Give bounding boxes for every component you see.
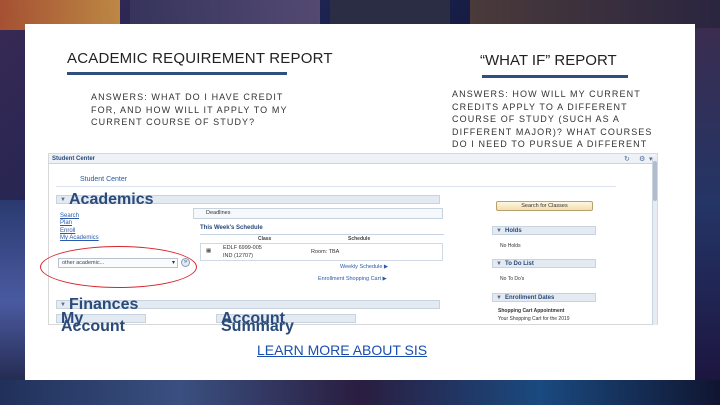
no-todos-text: No To Do's [500,276,525,282]
what-if-report-answer: ANSWERS: HOW WILL MY CURRENT CREDITS APP… [452,89,653,162]
deadlines-label: Deadlines [206,210,231,216]
academics-header: Academics [69,191,154,208]
academics-section[interactable]: ▼ Academics [56,192,440,208]
bg-tile [0,380,720,405]
gear-icon[interactable]: ⚙ [639,155,645,163]
holds-section[interactable]: ▼ Holds [492,226,596,235]
enrollment-dates-section[interactable]: ▼ Enrollment Dates [492,293,596,302]
heading-underline [482,75,628,78]
table-row: ▦ EDLF 6999-005 IND (12707) Room: TBA [200,243,443,261]
sis-bar-title: Student Center [52,156,96,162]
enrollment-dates-header: Enrollment Dates [505,295,555,301]
academic-report-answer: ANSWERS: WHAT DO I HAVE CREDIT FOR, AND … [91,92,288,127]
my-academics-link[interactable]: My Academics [60,235,99,241]
cart-appointment: Shopping Cart Appointment [498,308,565,314]
account-summary-tab[interactable]: Account Summary [216,311,356,335]
enrollment-cart-label: Enrollment Shopping Cart [318,276,381,282]
learn-more-link[interactable]: LEARN MORE ABOUT SIS [257,342,427,358]
collapse-icon: ▼ [60,197,66,203]
heading-underline [67,72,287,75]
collapse-icon: ▼ [496,295,502,301]
scrollbar[interactable] [652,157,657,325]
divider [200,234,444,235]
sis-title-bar: Student Center ↻ ⚙ ▾ [49,154,657,164]
highlight-oval [40,246,197,288]
room: Room: TBA [311,249,340,255]
my-account-tab[interactable]: My Account [56,311,146,335]
search-classes-button[interactable]: Search for Classes [496,201,593,211]
class-section: IND (12707) [223,253,253,259]
no-holds-text: No Holds [500,243,521,249]
deadlines-link[interactable]: Deadlines [193,208,443,219]
finances-section[interactable]: ▼ Finances [56,297,440,313]
account-summary-label: Account Summary [221,310,294,335]
collapse-icon: ▼ [496,228,502,234]
enrollment-cart-link[interactable]: Enrollment Shopping Cart ▶ [318,276,387,282]
academic-report-heading: ACADEMIC REQUIREMENT REPORT [67,50,333,67]
weekly-schedule-link[interactable]: Weekly Schedule ▶ [340,264,388,270]
collapse-icon: ▼ [496,261,502,267]
col-schedule-header: Schedule [348,236,371,242]
search-link[interactable]: Search [60,213,79,219]
bg-tile [695,28,720,380]
collapse-icon: ▼ [60,302,66,308]
my-account-label: My Account [61,310,125,335]
todo-header: To Do List [505,261,534,267]
enroll-link[interactable]: Enroll [60,228,75,234]
class-code[interactable]: EDLF 6999-005 [223,245,262,251]
cart-appointment-detail: Your Shopping Cart for the 2019 [498,316,570,322]
plan-link[interactable]: Plan [60,220,72,226]
col-class-header: Class [258,236,272,242]
todo-section[interactable]: ▼ To Do List [492,259,596,268]
schedule-title: This Week's Schedule [200,225,263,231]
calendar-icon: ▦ [206,248,212,254]
scrollbar-thumb[interactable] [653,161,657,201]
holds-header: Holds [505,228,522,234]
weekly-schedule-label: Weekly Schedule [340,264,383,270]
page-title: Student Center [80,176,128,183]
what-if-report-heading: “WHAT IF” REPORT [480,52,617,69]
refresh-icon[interactable]: ↻ [624,155,630,163]
divider [56,186,616,187]
